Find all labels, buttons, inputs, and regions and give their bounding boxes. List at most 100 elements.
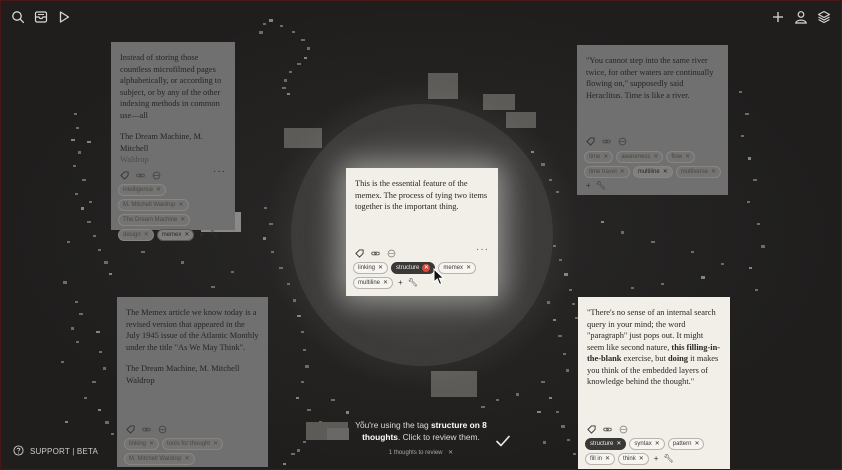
graph-point[interactable] [631,287,634,289]
link-icon[interactable] [136,167,145,178]
graph-point[interactable] [63,281,67,284]
graph-point[interactable] [111,433,114,435]
remove-tag-icon[interactable]: ✕ [184,232,189,238]
archive-icon[interactable] [152,167,161,180]
tag-chip-active[interactable]: structure ✕ [391,262,436,274]
graph-point[interactable] [531,151,534,153]
graph-point[interactable] [211,286,215,288]
graph-point[interactable] [549,397,552,399]
graph-point[interactable] [307,47,310,50]
graph-point[interactable] [297,315,301,317]
graph-point[interactable] [269,19,273,22]
tag-icon[interactable] [355,245,364,258]
graph-point[interactable] [566,369,569,372]
remove-tag-icon[interactable]: ✕ [685,154,690,160]
remove-tag-icon[interactable]: ✕ [213,441,218,447]
remove-tag-icon[interactable]: ✕ [144,232,149,238]
graph-point[interactable] [553,245,556,247]
graph-point[interactable] [284,79,287,82]
thought-card[interactable]: "There's no sense of an internal search … [578,297,730,469]
remove-tag-icon[interactable]: ✕ [156,187,161,193]
graph-point[interactable] [745,113,749,115]
remove-tag-icon[interactable]: ✕ [605,456,610,462]
graph-point[interactable] [547,301,550,304]
tag-chip[interactable]: memex ✕ [156,229,195,241]
graph-point[interactable] [691,251,694,253]
archive-icon[interactable] [618,133,627,146]
tag-chip[interactable]: tools for thought ✕ [162,438,224,450]
add-tag-icon[interactable]: + [199,230,204,240]
graph-point[interactable] [74,113,77,115]
checkmark-icon[interactable] [495,433,511,449]
canvas[interactable]: Instead of storing those countless micro… [0,0,842,470]
graph-point[interactable] [305,365,309,368]
tag-usage-notice[interactable]: You're using the tag structure on 8 thou… [341,419,501,443]
collapsed-node[interactable] [506,112,536,128]
remove-tag-icon[interactable]: ✕ [663,169,668,175]
search-icon[interactable] [11,10,25,24]
tag-icon[interactable] [587,421,596,434]
graph-point[interactable] [87,221,91,223]
graph-point[interactable] [569,289,572,291]
graph-point[interactable] [661,283,664,285]
graph-point[interactable] [303,441,306,443]
graph-point[interactable] [564,273,568,276]
thought-card-focused[interactable]: This is the essential feature of the mem… [346,168,498,296]
graph-point[interactable] [541,381,545,383]
add-tag-icon[interactable]: + [586,181,591,191]
graph-point[interactable] [98,409,101,411]
remove-tag-icon[interactable]: ✕ [603,154,608,160]
graph-point[interactable] [96,331,100,333]
link-icon[interactable] [371,245,380,256]
graph-point[interactable] [297,449,300,452]
graph-point[interactable] [701,276,705,279]
tag-chip[interactable]: design ✕ [118,229,154,241]
tag-chip[interactable]: fill in ✕ [585,453,616,465]
link-icon[interactable] [602,133,611,144]
tag-icon[interactable] [586,133,595,146]
tag-chip[interactable]: M. Mitchell Waldrop ✕ [124,453,195,465]
graph-point[interactable] [79,313,83,315]
tag-chip[interactable]: multiline ✕ [353,277,394,289]
graph-point[interactable] [346,411,349,414]
support-link[interactable]: SUPPORT | BETA [13,445,98,458]
thought-card[interactable]: The Memex article we know today is a rev… [117,297,268,467]
graph-point[interactable] [87,141,91,143]
archive-icon[interactable] [619,421,628,434]
remove-tag-icon[interactable]: ✕ [655,441,660,447]
remove-tag-icon[interactable]: ✕ [466,265,471,271]
graph-point[interactable] [297,63,301,65]
graph-point[interactable] [541,163,545,166]
graph-point[interactable] [263,237,266,240]
graph-point[interactable] [304,57,307,59]
graph-point[interactable] [556,411,559,413]
tag-chip[interactable]: The Dream Machine ✕ [118,214,191,226]
graph-point[interactable] [739,91,742,93]
tag-icon[interactable] [126,421,135,434]
graph-point[interactable] [601,221,604,223]
graph-point[interactable] [537,411,541,413]
graph-point[interactable] [93,235,96,237]
more-options-icon[interactable]: ··· [476,244,489,254]
collapsed-node[interactable] [428,73,458,99]
graph-point[interactable] [231,271,234,273]
tag-chip[interactable]: time ✕ [584,151,614,163]
graph-point[interactable] [556,191,559,193]
graph-point[interactable] [76,341,79,343]
more-options-icon[interactable]: ··· [213,166,226,176]
graph-point[interactable] [481,406,485,408]
wrench-icon[interactable]: 🔧︎ [596,181,606,191]
link-icon[interactable] [603,421,612,432]
inbox-icon[interactable] [34,10,48,24]
graph-point[interactable] [741,135,744,137]
graph-point[interactable] [103,367,106,370]
graph-point[interactable] [259,31,263,34]
layers-icon[interactable] [817,10,831,24]
archive-icon[interactable] [387,245,396,258]
wrench-icon[interactable]: 🔧︎ [209,230,219,240]
remove-tag-icon[interactable]: ✕ [653,154,658,160]
graph-point[interactable] [553,319,556,321]
graph-point[interactable] [567,439,570,441]
tag-chip[interactable]: flow ✕ [666,151,696,163]
remove-tag-icon[interactable]: ✕ [694,441,699,447]
